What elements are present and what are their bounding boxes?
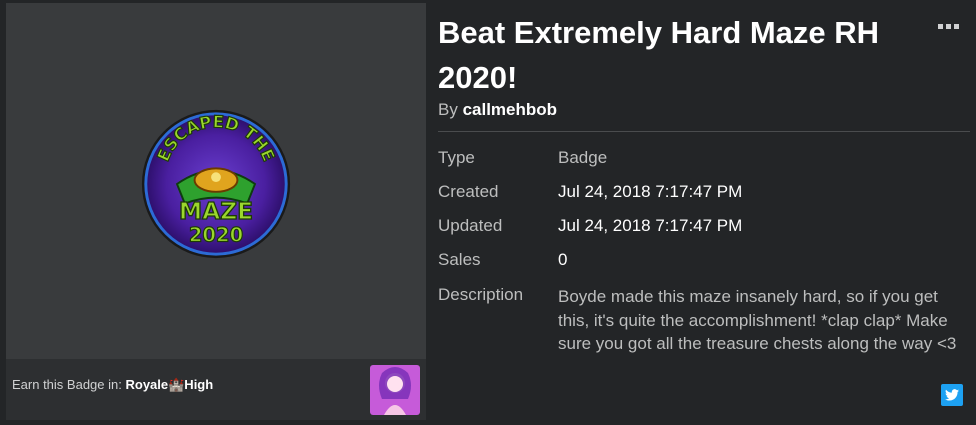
sales-value: 0 xyxy=(558,250,568,269)
game-thumbnail[interactable] xyxy=(370,365,420,415)
earn-label: Earn this Badge in: xyxy=(12,377,122,392)
item-thumbnail-panel: ESCAPED THE MAZE 2020 Earn this Badge in… xyxy=(6,3,426,420)
created-value: Jul 24, 2018 7:17:47 PM xyxy=(558,182,743,201)
updated-value: Jul 24, 2018 7:17:47 PM xyxy=(558,216,743,235)
badge-image-container: ESCAPED THE MAZE 2020 xyxy=(6,3,426,359)
twitter-share-button[interactable] xyxy=(941,384,963,406)
description-label: Description xyxy=(438,285,524,304)
divider xyxy=(438,131,970,132)
earn-game-link[interactable]: Royale🏰High xyxy=(125,377,213,392)
type-label: Type xyxy=(438,148,475,167)
badge-image: ESCAPED THE MAZE 2020 xyxy=(141,109,291,259)
type-value: Badge xyxy=(558,148,608,167)
created-label: Created xyxy=(438,182,499,201)
sales-label: Sales xyxy=(438,250,481,269)
game-thumbnail-image xyxy=(370,365,420,415)
creator-byline: By callmehbob xyxy=(438,100,557,120)
twitter-icon xyxy=(945,389,959,401)
more-options-icon[interactable] xyxy=(938,20,962,32)
earn-in-text: Earn this Badge in: Royale🏰High xyxy=(12,377,213,393)
creator-link[interactable]: callmehbob xyxy=(463,100,557,119)
updated-label: Updated xyxy=(438,216,503,235)
svg-text:MAZE: MAZE xyxy=(179,197,253,225)
description-text: Boyde made this maze insanely hard, so i… xyxy=(558,287,957,353)
by-label: By xyxy=(438,100,458,119)
svg-text:2020: 2020 xyxy=(189,224,243,247)
item-title: Beat Extremely Hard Maze RH 2020! xyxy=(438,15,880,95)
earn-in-game-bar: Earn this Badge in: Royale🏰High xyxy=(6,359,426,420)
